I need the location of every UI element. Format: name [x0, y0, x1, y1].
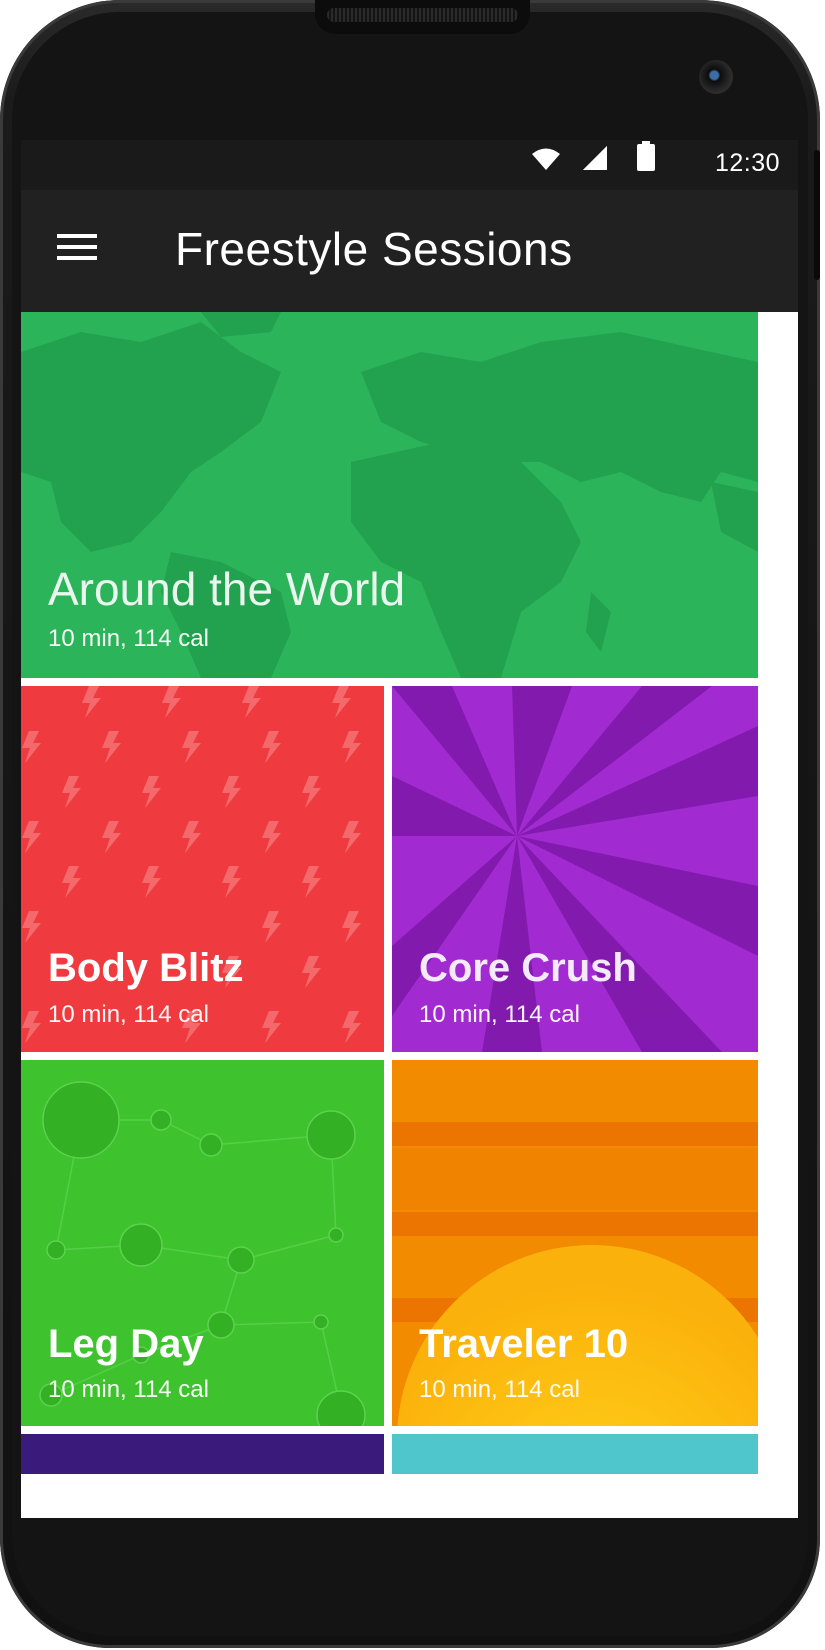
- session-stats: 10 min, 114 cal: [48, 625, 209, 652]
- status-time: 12:30: [714, 149, 780, 177]
- session-stats: 10 min, 114 cal: [419, 1001, 580, 1028]
- session-stats: 10 min, 114 cal: [48, 1001, 209, 1028]
- app-bar: Freestyle Sessions: [21, 190, 798, 312]
- session-title: Traveler 10: [419, 1322, 629, 1366]
- constellation-pattern-icon: [39, 1081, 366, 1426]
- page-title: Freestyle Sessions: [175, 223, 573, 275]
- world-map-icon: [21, 312, 758, 678]
- session-title: Leg Day: [48, 1322, 204, 1366]
- session-tile-body-blitz[interactable]: Body Blitz 10 min, 114 cal: [21, 686, 384, 1052]
- front-camera-icon: [699, 60, 733, 94]
- session-title: Around the World: [48, 563, 406, 615]
- session-tile-core-crush[interactable]: Core Crush 10 min, 114 cal: [392, 686, 758, 1052]
- sunset-stripes-icon: [392, 1122, 758, 1426]
- session-stats: 10 min, 114 cal: [48, 1376, 209, 1403]
- hamburger-menu-icon[interactable]: [57, 234, 99, 268]
- wifi-icon: [532, 148, 560, 170]
- session-tile-traveler-10[interactable]: Traveler 10 10 min, 114 cal: [392, 1060, 758, 1426]
- session-tile-leg-day[interactable]: Leg Day 10 min, 114 cal: [21, 1060, 384, 1426]
- session-tile-partial-left[interactable]: [21, 1434, 384, 1474]
- screen: 12:30 Freestyle Sessions Around the Worl…: [21, 140, 798, 1518]
- sunburst-pattern-icon: [392, 686, 758, 1052]
- power-button: [814, 150, 820, 280]
- session-title: Body Blitz: [48, 946, 244, 990]
- session-title: Core Crush: [419, 946, 637, 990]
- status-bar: 12:30: [21, 140, 798, 190]
- battery-icon: [637, 141, 655, 171]
- cell-signal-icon: [583, 146, 607, 170]
- lightning-bolt-pattern-icon: [22, 686, 361, 1043]
- session-tile-partial-right[interactable]: [392, 1434, 758, 1474]
- session-stats: 10 min, 114 cal: [419, 1376, 580, 1403]
- earpiece-speaker: [315, 0, 530, 34]
- phone-frame: 12:30 Freestyle Sessions Around the Worl…: [0, 0, 820, 1648]
- session-tile-around-the-world[interactable]: Around the World 10 min, 114 cal: [21, 312, 758, 678]
